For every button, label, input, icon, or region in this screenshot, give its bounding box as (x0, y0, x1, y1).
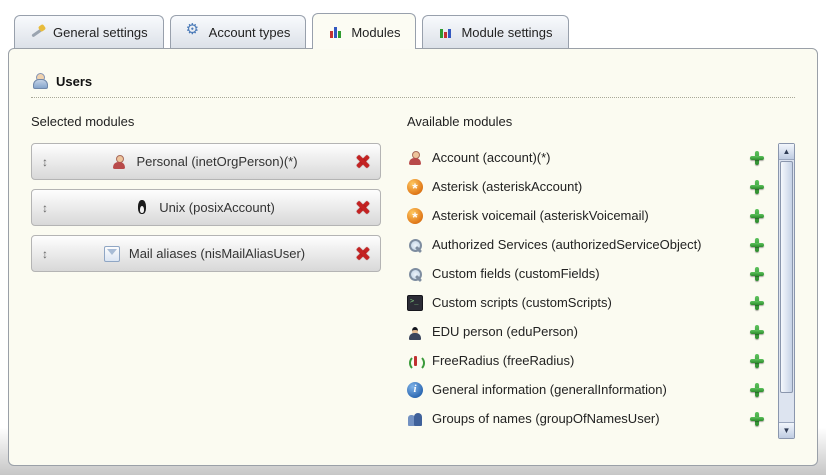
tab-modules[interactable]: Modules (312, 13, 416, 49)
gear-icon (186, 24, 202, 40)
info-icon (407, 382, 423, 398)
module-label: Asterisk (asteriskAccount) (432, 179, 741, 194)
available-module-row: Asterisk (asteriskAccount) (407, 172, 772, 201)
module-label: Account (account)(*) (432, 150, 741, 165)
content-panel: Users Selected modules Personal (inetOrg… (8, 48, 818, 466)
tab-label: Account types (209, 25, 291, 40)
module-label: General information (generalInformation) (432, 382, 741, 397)
module-entry: Mail aliases (nisMailAliasUser) (54, 246, 355, 262)
selected-module-row[interactable]: Mail aliases (nisMailAliasUser) (31, 235, 381, 272)
tab-label: Modules (351, 25, 400, 40)
tab-label: General settings (53, 25, 148, 40)
module-label: Asterisk voicemail (asteriskVoicemail) (432, 208, 741, 223)
add-icon[interactable] (750, 267, 764, 281)
available-module-row: EDU person (eduPerson) (407, 317, 772, 346)
mail-icon (104, 246, 120, 262)
person-icon (111, 154, 127, 170)
add-icon[interactable] (750, 209, 764, 223)
add-icon[interactable] (750, 325, 764, 339)
selected-module-row[interactable]: Unix (posixAccount) (31, 189, 381, 226)
tab-bar: General settings Account types Modules M… (0, 0, 826, 48)
selected-modules-list: Personal (inetOrgPerson)(*) Unix (posixA… (31, 143, 381, 272)
available-module-row: FreeRadius (freeRadius) (407, 346, 772, 375)
users-icon (31, 73, 47, 89)
delete-icon[interactable] (355, 246, 370, 261)
scrollbar-thumb[interactable] (780, 161, 793, 393)
module-label: Unix (posixAccount) (159, 200, 275, 215)
scroll-up-button[interactable] (779, 144, 794, 160)
available-module-row: Custom fields (customFields) (407, 259, 772, 288)
magnifier-icon (407, 266, 423, 282)
drag-handle-icon[interactable] (42, 247, 54, 261)
add-icon[interactable] (750, 238, 764, 252)
module-label: Custom fields (customFields) (432, 266, 741, 281)
chart-icon (328, 24, 344, 40)
add-icon[interactable] (750, 412, 764, 426)
available-module-row: General information (generalInformation) (407, 375, 772, 404)
tab-module-settings[interactable]: Module settings (422, 15, 568, 48)
graduate-icon (407, 324, 423, 340)
delete-icon[interactable] (355, 200, 370, 215)
available-module-row: Asterisk voicemail (asteriskVoicemail) (407, 201, 772, 230)
available-module-row: Groups of names (groupOfNamesUser) (407, 404, 772, 433)
tab-general-settings[interactable]: General settings (14, 15, 164, 48)
add-icon[interactable] (750, 383, 764, 397)
add-icon[interactable] (750, 354, 764, 368)
tools-icon (30, 24, 46, 40)
available-modules-heading: Available modules (407, 114, 795, 129)
available-module-row: Authorized Services (authorizedServiceOb… (407, 230, 772, 259)
script-icon (407, 295, 423, 311)
tab-account-types[interactable]: Account types (170, 15, 307, 48)
module-label: Custom scripts (customScripts) (432, 295, 741, 310)
module-label: Personal (inetOrgPerson)(*) (136, 154, 297, 169)
available-modules-wrap: Account (account)(*) Asterisk (asteriskA… (407, 143, 795, 439)
selected-modules-column: Selected modules Personal (inetOrgPerson… (31, 114, 381, 439)
available-module-row: Custom scripts (customScripts) (407, 288, 772, 317)
chart-icon (438, 24, 454, 40)
asterisk-icon (407, 179, 423, 195)
drag-handle-icon[interactable] (42, 155, 54, 169)
module-label: Mail aliases (nisMailAliasUser) (129, 246, 305, 261)
available-module-row: Account (account)(*) (407, 143, 772, 172)
screen: General settings Account types Modules M… (0, 0, 826, 475)
selected-module-row[interactable]: Personal (inetOrgPerson)(*) (31, 143, 381, 180)
section-header: Users (31, 73, 795, 98)
person-icon (407, 150, 423, 166)
module-label: Authorized Services (authorizedServiceOb… (432, 237, 741, 252)
module-label: FreeRadius (freeRadius) (432, 353, 741, 368)
module-label: Groups of names (groupOfNamesUser) (432, 411, 741, 426)
tab-label: Module settings (461, 25, 552, 40)
tux-icon (134, 200, 150, 216)
selected-modules-heading: Selected modules (31, 114, 381, 129)
radius-icon (407, 353, 423, 369)
scroll-down-button[interactable] (779, 422, 794, 438)
scrollbar[interactable] (778, 143, 795, 439)
delete-icon[interactable] (355, 154, 370, 169)
add-icon[interactable] (750, 180, 764, 194)
drag-handle-icon[interactable] (42, 201, 54, 215)
available-modules-column: Available modules Account (account)(*) A… (407, 114, 795, 439)
module-entry: Personal (inetOrgPerson)(*) (54, 154, 355, 170)
section-title: Users (56, 74, 92, 89)
columns: Selected modules Personal (inetOrgPerson… (31, 114, 795, 439)
module-label: EDU person (eduPerson) (432, 324, 741, 339)
add-icon[interactable] (750, 296, 764, 310)
add-icon[interactable] (750, 151, 764, 165)
available-modules-list: Account (account)(*) Asterisk (asteriskA… (407, 143, 772, 433)
group-icon (407, 411, 423, 427)
asterisk-icon (407, 208, 423, 224)
module-entry: Unix (posixAccount) (54, 200, 355, 216)
magnifier-icon (407, 237, 423, 253)
